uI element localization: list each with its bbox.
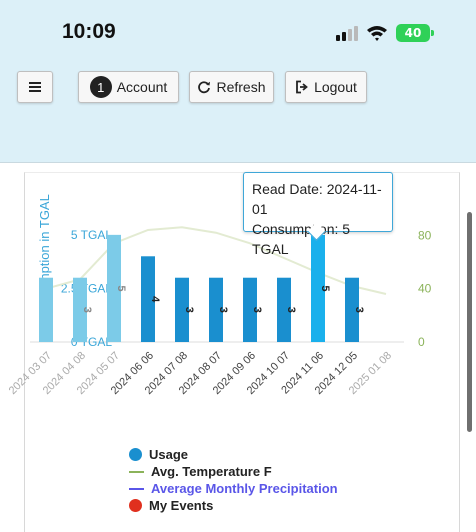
chart-tooltip: Read Date: 2024-11-01 Consumption: 5 TGA… <box>243 172 393 257</box>
y-tick-label: 5 TGAL <box>71 228 112 242</box>
tooltip-consumption: Consumption: 5 TGAL <box>252 221 351 257</box>
temperature-legend-swatch <box>129 470 144 473</box>
legend-item-my-events[interactable]: My Events <box>129 497 338 514</box>
usage-data-label: 4 <box>149 296 161 303</box>
legend-label: Avg. Temperature F <box>151 464 272 479</box>
precipitation-legend-swatch <box>129 487 144 490</box>
usage-data-label: 5 <box>115 285 127 291</box>
events-legend-swatch <box>129 499 142 512</box>
usage-legend-swatch <box>129 448 142 461</box>
legend-item-usage[interactable]: Usage <box>129 446 338 463</box>
y2-tick-label: 0 <box>418 335 425 349</box>
y2-tick-label: 40 <box>418 282 432 296</box>
legend-item-temperature[interactable]: Avg. Temperature F <box>129 463 338 480</box>
usage-data-label: 3 <box>183 307 195 313</box>
y2-tick-label: 80 <box>418 228 432 242</box>
chart-legend: Usage Avg. Temperature F Average Monthly… <box>129 446 338 514</box>
usage-bar <box>39 277 53 342</box>
usage-data-label: 3 <box>251 307 263 313</box>
legend-item-precipitation[interactable]: Average Monthly Precipitation <box>129 480 338 497</box>
legend-label: Average Monthly Precipitation <box>151 481 338 496</box>
usage-data-label: 5 <box>319 285 331 291</box>
tooltip-read-date: Read Date: 2024-11-01 <box>252 181 382 217</box>
usage-data-label: 3 <box>217 307 229 313</box>
legend-label: My Events <box>149 498 214 513</box>
legend-label: Usage <box>149 447 189 462</box>
usage-data-label: 3 <box>81 307 93 313</box>
usage-data-label: 3 <box>285 307 297 313</box>
usage-data-label: 3 <box>353 307 365 313</box>
